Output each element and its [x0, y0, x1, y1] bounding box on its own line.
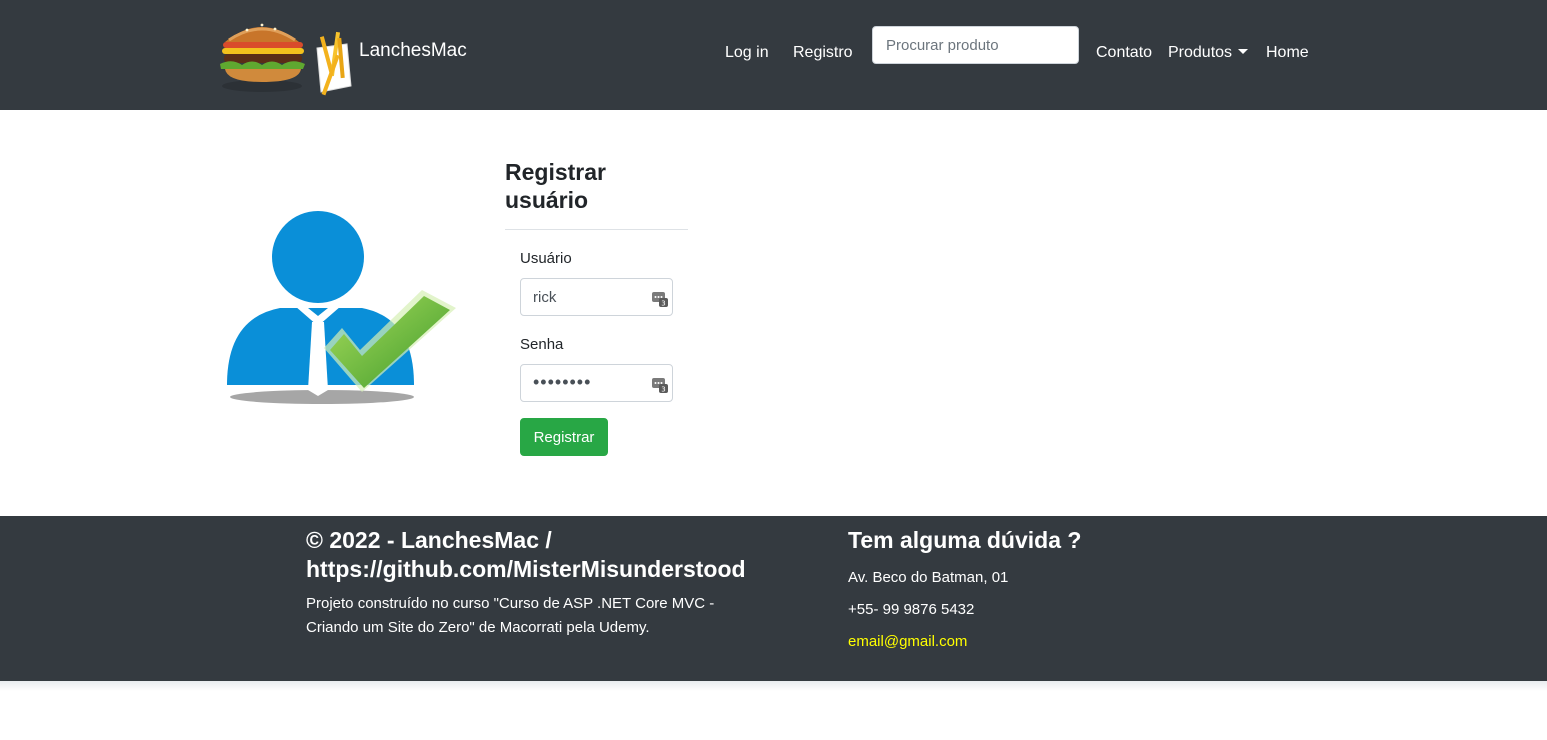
- nav-products-dropdown[interactable]: Produtos: [1168, 44, 1249, 62]
- burger-logo-icon[interactable]: [217, 14, 357, 98]
- nav-login-link[interactable]: Log in: [725, 44, 769, 62]
- nav-contact-link[interactable]: Contato: [1096, 44, 1152, 62]
- footer-email-link[interactable]: email@gmail.com: [848, 633, 967, 650]
- svg-text:3: 3: [661, 386, 665, 394]
- footer-description: Projeto construído no curso "Curso de AS…: [306, 595, 715, 636]
- register-submit-button[interactable]: Registrar: [520, 418, 608, 456]
- username-field[interactable]: rick 3: [520, 278, 673, 316]
- user-check-icon: [222, 200, 464, 415]
- password-field[interactable]: •••••••• 3: [520, 364, 673, 402]
- nav-register-link[interactable]: Registro: [793, 44, 853, 62]
- username-label: Usuário: [520, 250, 572, 267]
- brand-name[interactable]: LanchesMac: [359, 40, 467, 62]
- password-label: Senha: [520, 336, 564, 353]
- username-value: rick: [533, 289, 557, 306]
- footer: © 2022 - LanchesMac / https://github.com…: [0, 516, 1547, 681]
- title-divider: [505, 229, 688, 230]
- search-input[interactable]: [872, 26, 1079, 64]
- footer-copyright: © 2022 - LanchesMac / https://github.com…: [306, 527, 746, 582]
- password-value: ••••••••: [533, 372, 592, 392]
- caret-down-icon: [1238, 49, 1249, 54]
- nav-products-label: Produtos: [1168, 44, 1233, 61]
- footer-contact-title: Tem alguma dúvida ?: [848, 527, 1082, 553]
- svg-text:3: 3: [661, 300, 665, 308]
- footer-shadow: [0, 681, 1547, 691]
- footer-address: Av. Beco do Batman, 01: [848, 569, 1009, 586]
- password-manager-icon[interactable]: 3: [652, 375, 668, 394]
- footer-phone: +55- 99 9876 5432: [848, 601, 975, 618]
- page-title: Registrar usuário: [505, 159, 606, 213]
- password-manager-icon[interactable]: 3: [652, 289, 668, 308]
- nav-home-link[interactable]: Home: [1266, 44, 1309, 62]
- navbar: LanchesMac Log in Registro Contato Produ…: [0, 0, 1547, 110]
